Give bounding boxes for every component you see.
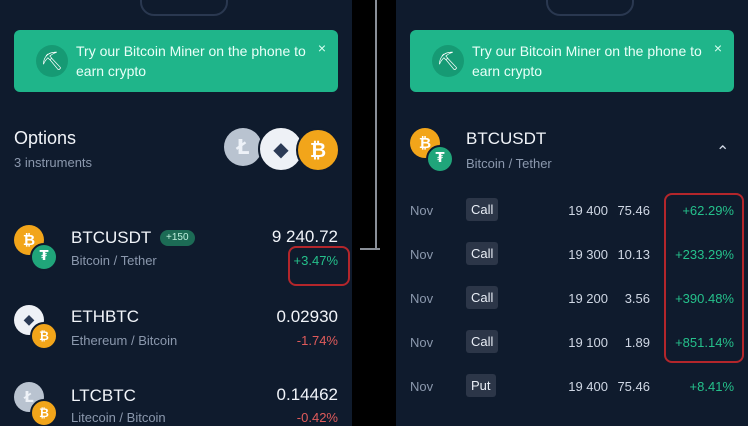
instrument-change: -0.42% <box>296 410 338 425</box>
option-premium: 75.46 <box>617 379 650 394</box>
promo-text: Try our Bitcoin Miner on the phone to ea… <box>472 43 702 79</box>
pickaxe-icon: ⛏ <box>432 45 464 77</box>
option-month: Nov <box>410 335 434 350</box>
bitcoin-icon: ₿ <box>30 399 58 426</box>
instrument-symbol: BTCUSDT <box>466 129 547 148</box>
instrument-name: Litecoin / Bitcoin <box>71 410 166 425</box>
instrument-name: Bitcoin / Tether <box>466 156 552 171</box>
tether-icon: ₮ <box>30 243 58 271</box>
highlight-box <box>288 246 350 286</box>
close-icon[interactable]: × <box>714 38 722 58</box>
instrument-name: Ethereum / Bitcoin <box>71 333 178 348</box>
divider-line <box>375 0 377 250</box>
bitcoin-icon: ₿ <box>30 322 58 350</box>
option-month: Nov <box>410 203 434 218</box>
litecoin-icon: Ł <box>224 128 262 166</box>
phone-notch <box>140 0 228 16</box>
options-list-panel: ⛏ Try our Bitcoin Miner on the phone to … <box>0 0 352 426</box>
bitcoin-icon: ₿ <box>296 128 340 172</box>
option-strike: 19 100 <box>568 335 608 350</box>
option-row[interactable]: Nov Put 19 400 75.46 +8.41% <box>396 369 748 405</box>
instrument-symbol: BTCUSDT <box>71 228 152 247</box>
option-type[interactable]: Call <box>466 330 499 353</box>
instrument-symbol: LTCBTC <box>71 386 136 405</box>
option-premium: 1.89 <box>624 335 650 350</box>
option-strike: 19 200 <box>568 291 608 306</box>
option-month: Nov <box>410 247 434 262</box>
pickaxe-icon: ⛏ <box>36 45 68 77</box>
option-month: Nov <box>410 379 434 394</box>
divider-line <box>360 248 380 250</box>
option-type[interactable]: Put <box>466 374 496 397</box>
option-premium: 10.13 <box>617 247 650 262</box>
instrument-price: 9 240.72 <box>271 227 338 246</box>
option-type[interactable]: Call <box>466 242 499 265</box>
close-icon[interactable]: × <box>318 38 326 58</box>
option-premium: 75.46 <box>617 203 650 218</box>
option-strike: 19 400 <box>568 203 608 218</box>
option-strike: 19 400 <box>568 379 608 394</box>
chevron-up-icon[interactable]: ⌃ <box>716 142 729 162</box>
instrument-change: -1.74% <box>296 333 338 348</box>
option-strike: 19 300 <box>568 247 608 262</box>
option-month: Nov <box>410 291 434 306</box>
section-title: Options <box>14 128 77 148</box>
option-change: +8.41% <box>689 379 734 394</box>
option-type[interactable]: Call <box>466 286 499 309</box>
phone-notch <box>546 0 634 16</box>
promo-banner[interactable]: ⛏ Try our Bitcoin Miner on the phone to … <box>410 30 734 92</box>
promo-banner[interactable]: ⛏ Try our Bitcoin Miner on the phone to … <box>14 30 338 92</box>
tether-icon: ₮ <box>426 145 454 173</box>
instrument-detail-panel: ⛏ Try our Bitcoin Miner on the phone to … <box>396 0 748 426</box>
instrument-price: 0.14462 <box>276 385 338 404</box>
instrument-price: 0.02930 <box>276 307 338 326</box>
section-subtitle: 3 instruments <box>14 155 93 170</box>
highlight-box <box>664 193 744 363</box>
instrument-symbol: ETHBTC <box>71 307 139 326</box>
count-badge: +150 <box>160 230 195 246</box>
option-type[interactable]: Call <box>466 198 499 221</box>
instrument-name: Bitcoin / Tether <box>71 253 157 268</box>
promo-text: Try our Bitcoin Miner on the phone to ea… <box>76 43 306 79</box>
option-premium: 3.56 <box>624 291 650 306</box>
